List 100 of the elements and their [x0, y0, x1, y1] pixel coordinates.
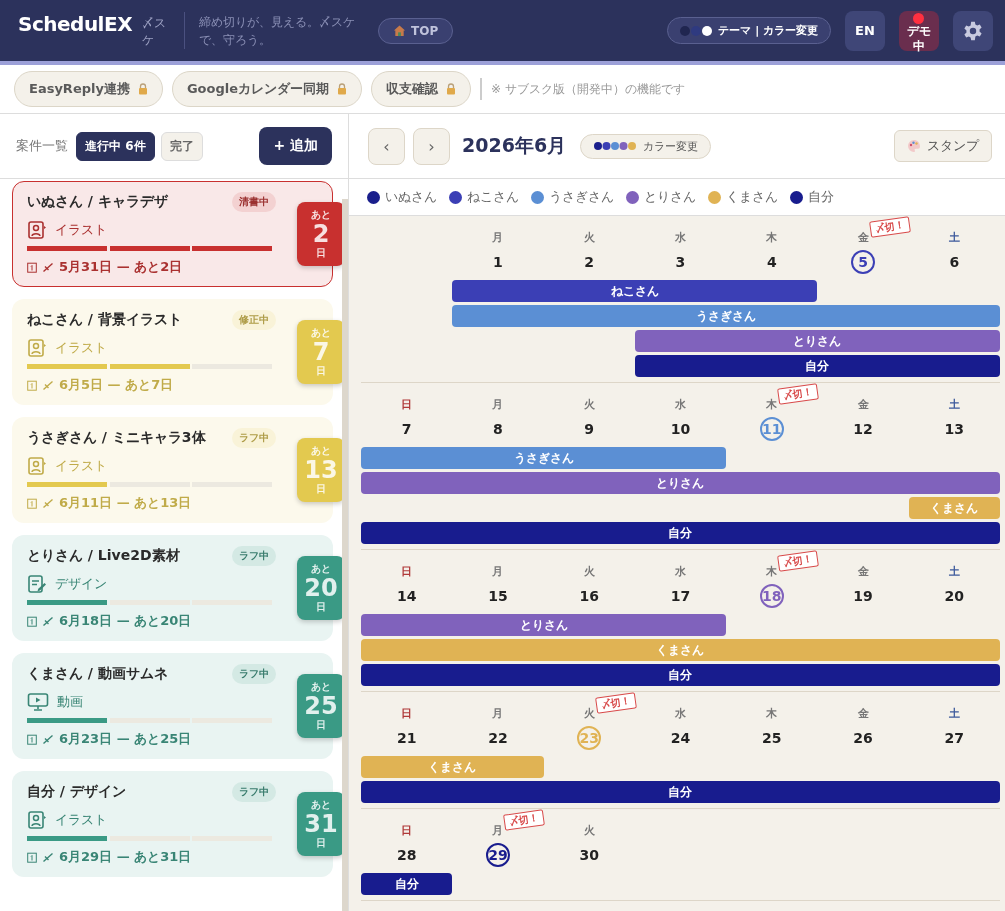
- date-number[interactable]: 22: [485, 726, 510, 750]
- weekday-label: 水: [675, 398, 686, 411]
- house-icon: [393, 24, 407, 37]
- weekday-label: 日: [401, 398, 413, 411]
- brush-icon: [42, 497, 54, 509]
- weekday-label: 月: [492, 398, 504, 411]
- date-number[interactable]: 14: [394, 584, 419, 608]
- category-label: イラスト: [55, 339, 107, 357]
- project-title: くまさん / 動画サムネ: [27, 664, 168, 683]
- date-number[interactable]: 19: [851, 584, 876, 608]
- deadline-stamp: 〆切！: [503, 809, 546, 831]
- date-number[interactable]: 17: [668, 584, 693, 608]
- date-number[interactable]: 18: [759, 584, 784, 608]
- date-number[interactable]: 4: [759, 250, 784, 274]
- event-bar[interactable]: 自分: [361, 522, 1000, 544]
- deadline-stamp: 〆切！: [777, 550, 820, 572]
- event-bar[interactable]: 自分: [361, 781, 1000, 803]
- date-number[interactable]: 5: [851, 250, 876, 274]
- date-number[interactable]: 1: [485, 250, 510, 274]
- scrollbar[interactable]: [342, 199, 348, 911]
- legend-label: うさぎさん: [549, 188, 614, 206]
- deadline-stamp: 〆切！: [868, 216, 911, 238]
- weekday-label: 火: [583, 398, 595, 411]
- event-bar[interactable]: ねこさん: [452, 280, 818, 302]
- weekday-label: 火: [583, 565, 595, 578]
- legend-label: くまさん: [726, 188, 778, 206]
- filter-tab[interactable]: 完了: [160, 131, 203, 161]
- filter-tab[interactable]: 進行中 6件: [76, 131, 155, 161]
- stamp-button[interactable]: スタンプ: [894, 130, 992, 162]
- demo-button[interactable]: デモ中: [899, 10, 939, 51]
- category-label: 動画: [57, 693, 83, 711]
- date-number[interactable]: 9: [577, 417, 602, 441]
- date-number[interactable]: 28: [394, 843, 419, 867]
- feature-button[interactable]: 収支確認: [371, 71, 472, 107]
- weekday-label: 金: [857, 398, 869, 411]
- tagline: 締め切りが、見える。〆スケで、守ろう。: [199, 13, 357, 49]
- theme-toggle[interactable]: テーマ | カラー変更: [667, 17, 831, 44]
- event-bar[interactable]: 自分: [361, 873, 453, 895]
- color-change-button[interactable]: カラー変更: [580, 133, 712, 159]
- date-number[interactable]: 7: [394, 417, 419, 441]
- countdown-days: 2: [312, 222, 330, 246]
- date-number[interactable]: 26: [851, 726, 876, 750]
- feature-button[interactable]: Googleカレンダー同期: [171, 71, 363, 107]
- calendar-icon: [27, 379, 37, 391]
- weekday-label: 火: [583, 231, 595, 244]
- weekday-label: 土: [948, 398, 960, 411]
- calendar-icon: [27, 497, 37, 509]
- legend-label: いぬさん: [385, 188, 437, 206]
- date-number[interactable]: 25: [759, 726, 784, 750]
- date-number[interactable]: 2: [577, 250, 602, 274]
- feature-button[interactable]: EasyReply連携: [14, 71, 163, 107]
- date-number[interactable]: 16: [577, 584, 602, 608]
- countdown-prefix: あと: [311, 800, 331, 810]
- weekday-label: 水: [675, 565, 686, 578]
- date-number[interactable]: 6: [942, 250, 967, 274]
- calendar-icon: [27, 615, 37, 627]
- weekday-label: 火: [583, 707, 595, 720]
- app-logo: SchedulEX: [18, 12, 133, 37]
- portrait-icon: [27, 456, 47, 476]
- weekday-label: 月: [492, 707, 504, 720]
- date-number[interactable]: 24: [668, 726, 693, 750]
- date-number[interactable]: 21: [394, 726, 419, 750]
- countdown-prefix: あと: [311, 682, 331, 692]
- event-bar[interactable]: とりさん: [634, 330, 1000, 352]
- top-button[interactable]: TOP: [378, 17, 454, 44]
- weekday-label: 日: [401, 824, 413, 837]
- event-bar[interactable]: とりさん: [361, 614, 727, 636]
- calendar-icon: [27, 851, 37, 863]
- date-number[interactable]: 3: [668, 250, 693, 274]
- date-number[interactable]: 13: [942, 417, 967, 441]
- list-title: 案件一覧: [16, 137, 68, 155]
- document-pen-icon: [27, 574, 47, 594]
- project-title: いぬさん / キャラデザ: [27, 192, 168, 211]
- event-bar[interactable]: とりさん: [361, 472, 1000, 494]
- date-number[interactable]: 12: [851, 417, 876, 441]
- weekday-label: 金: [857, 231, 869, 244]
- language-button[interactable]: EN: [845, 10, 885, 51]
- logo-subtitle: 〆スケ: [142, 15, 168, 49]
- date-number[interactable]: 30: [577, 843, 602, 867]
- date-number[interactable]: 20: [942, 584, 967, 608]
- countdown-prefix: あと: [311, 328, 331, 338]
- event-bar[interactable]: 自分: [634, 355, 1000, 377]
- date-number[interactable]: 29: [485, 843, 510, 867]
- next-month-button[interactable]: ›: [413, 127, 450, 165]
- add-button[interactable]: + 追加: [259, 127, 332, 165]
- status-tag: ラフ中: [232, 546, 276, 566]
- portrait-icon: [27, 220, 47, 240]
- previous-month-button[interactable]: ‹: [368, 127, 405, 165]
- date-number[interactable]: 10: [668, 417, 693, 441]
- countdown-unit: 日: [316, 366, 326, 376]
- date-number[interactable]: 27: [942, 726, 967, 750]
- date-number[interactable]: 8: [485, 417, 510, 441]
- weekday-label: 木: [766, 231, 778, 244]
- status-tag: 修正中: [232, 310, 276, 330]
- event-bar[interactable]: 自分: [361, 664, 1000, 686]
- date-number[interactable]: 15: [485, 584, 510, 608]
- weekday-label: 日: [401, 707, 413, 720]
- deadline-stamp: 〆切！: [777, 383, 820, 405]
- settings-button[interactable]: [953, 10, 993, 51]
- weekday-label: 木: [766, 565, 778, 578]
